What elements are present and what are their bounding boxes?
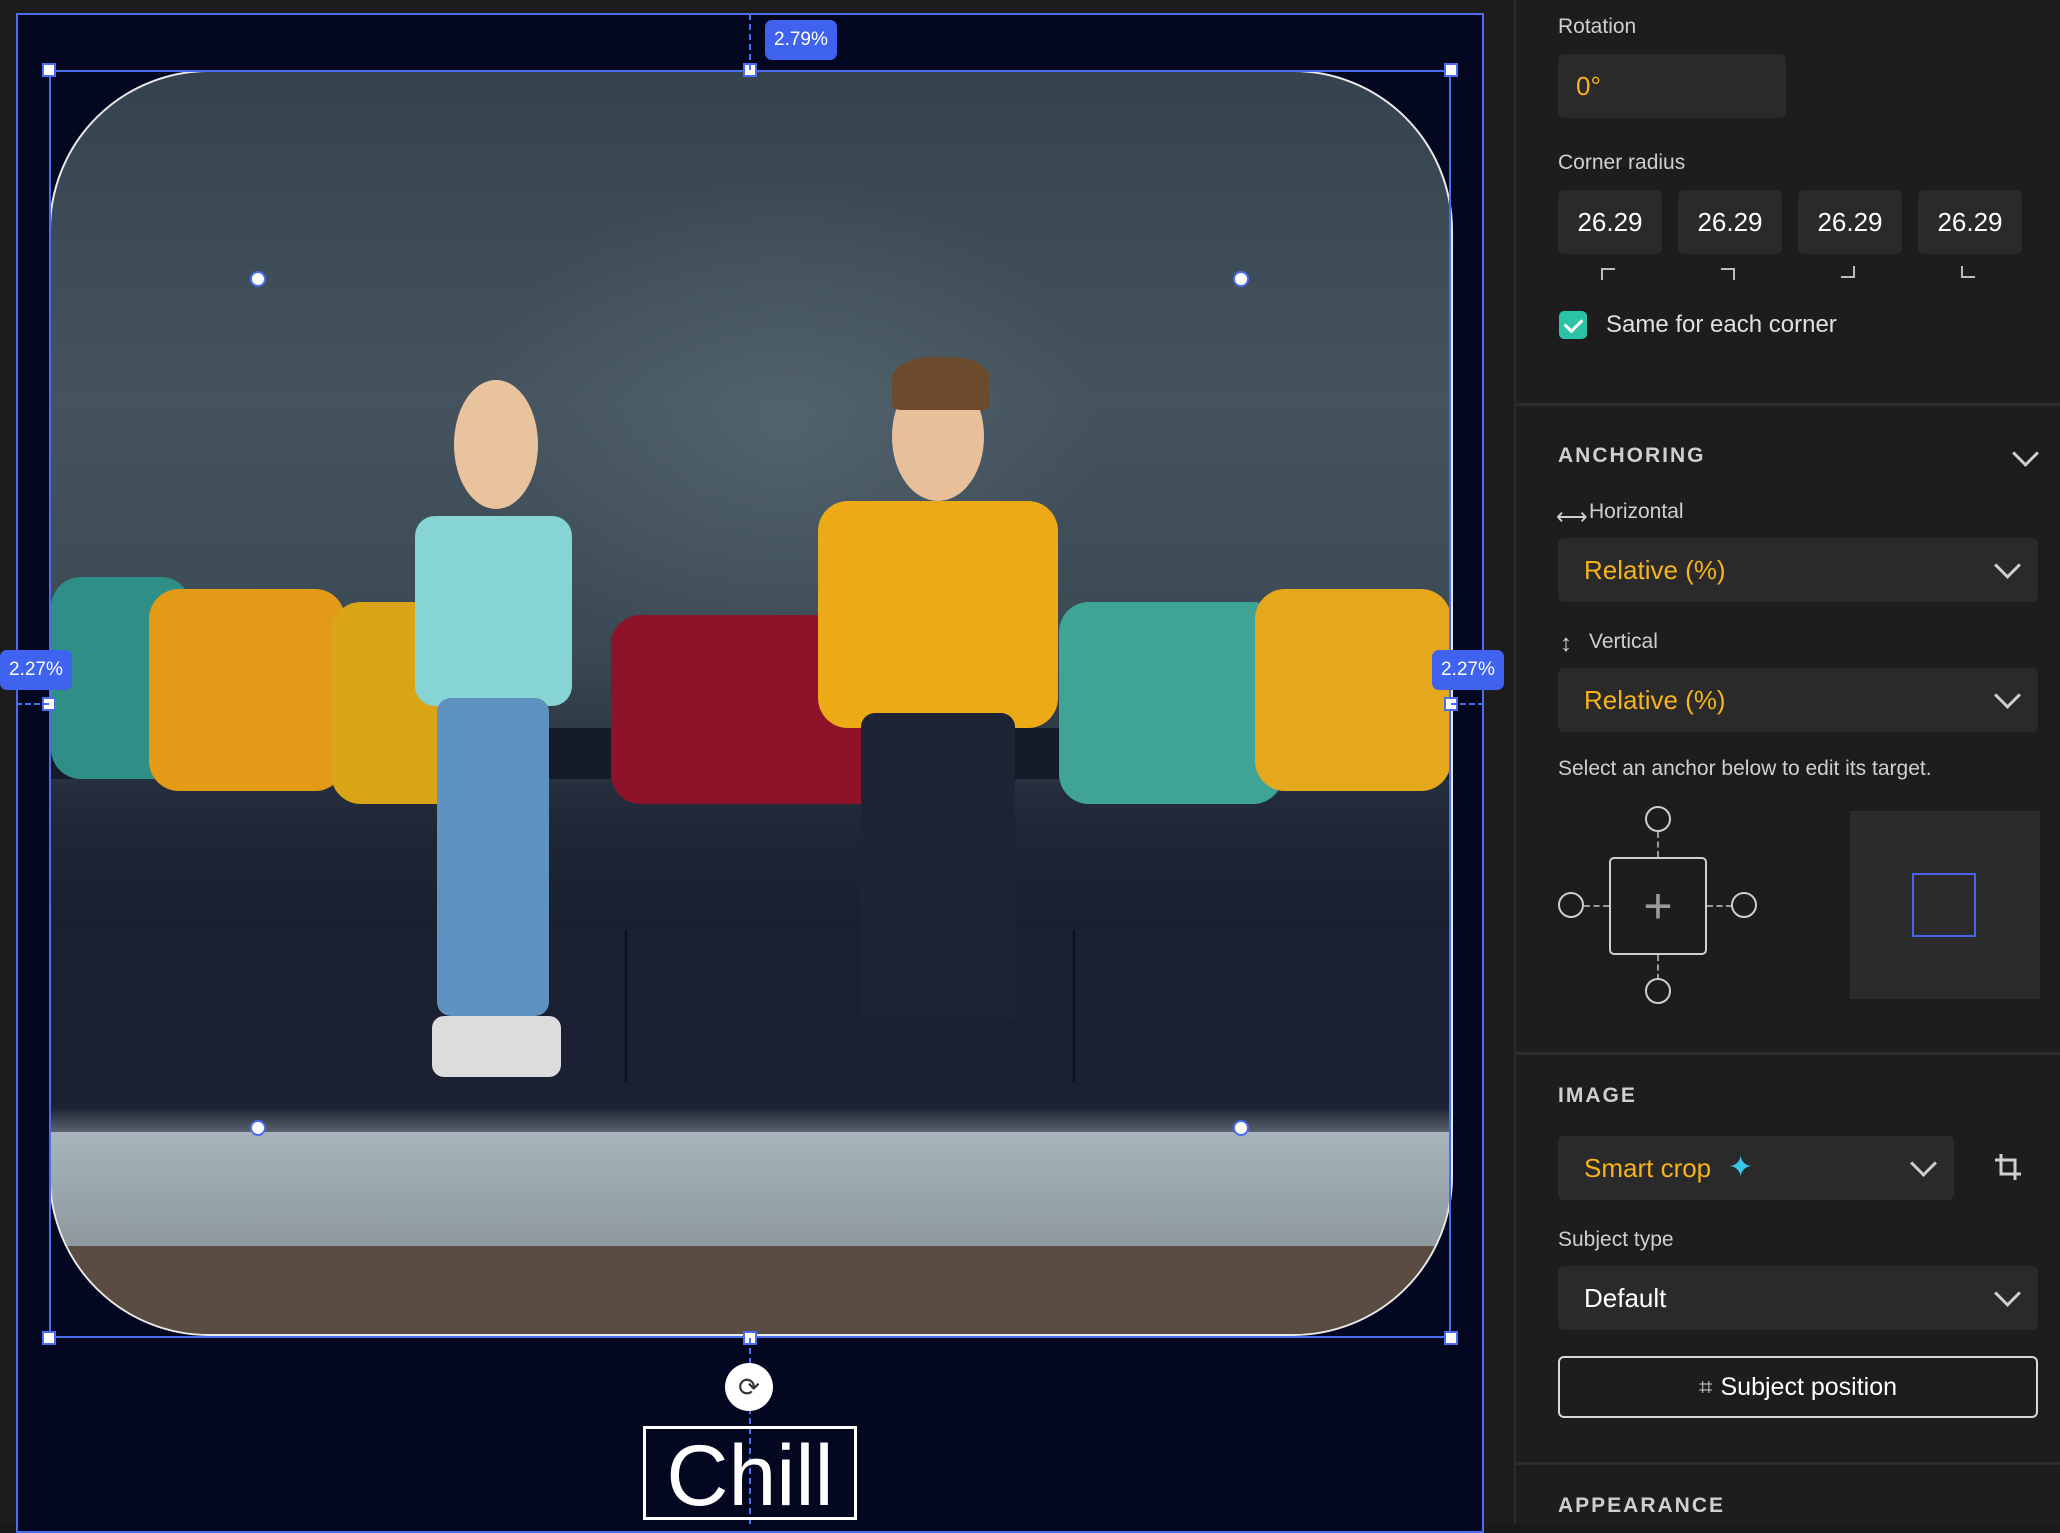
resize-handle-top-right[interactable] [1444, 63, 1458, 77]
same-corner-checkbox[interactable] [1559, 311, 1587, 339]
horizontal-anchor-value: Relative (%) [1584, 555, 1726, 585]
horizontal-anchor-select[interactable]: Relative (%) [1558, 538, 2038, 602]
image-section-title[interactable]: IMAGE [1558, 1084, 1637, 1108]
selection-frame[interactable] [49, 70, 1451, 1338]
divider-anchoring [1516, 1052, 2060, 1055]
anchor-line-top [1657, 832, 1659, 857]
guide-right [1451, 703, 1484, 705]
top-margin-badge: 2.79% [765, 20, 837, 60]
sparkle-icon: ✦ [1728, 1151, 1754, 1184]
vertical-arrows-icon: ↕ [1560, 630, 1572, 657]
radius-handle-top-left[interactable] [250, 271, 266, 287]
rotate-icon[interactable]: ⟳ [725, 1363, 773, 1411]
anchor-center-box[interactable]: + [1609, 857, 1707, 955]
corner-bottom-right-icon [1841, 266, 1855, 278]
right-margin-badge: 2.27% [1432, 650, 1504, 690]
anchor-left[interactable] [1558, 892, 1584, 918]
subject-type-label: Subject type [1558, 1228, 1674, 1251]
corner-radius-top-left-input[interactable]: 26.29 [1558, 190, 1662, 254]
subject-type-value: Default [1584, 1283, 1667, 1313]
vertical-anchor-value: Relative (%) [1584, 685, 1726, 715]
resize-handle-bottom-left[interactable] [42, 1331, 56, 1345]
chevron-down-icon [1910, 1150, 1937, 1177]
anchor-right[interactable] [1731, 892, 1757, 918]
chevron-down-icon [1994, 682, 2021, 709]
horizontal-label: Horizontal [1589, 500, 1684, 523]
face-scan-icon: ⌗ [1698, 1374, 1713, 1401]
plus-icon: + [1643, 878, 1673, 934]
subject-position-button[interactable]: ⌗ Subject position [1558, 1356, 2038, 1418]
radius-handle-bottom-right[interactable] [1233, 1120, 1249, 1136]
radius-handle-top-right[interactable] [1233, 271, 1249, 287]
corner-radius-bottom-right-input[interactable]: 26.29 [1798, 190, 1902, 254]
divider-transform [1516, 403, 2060, 406]
resize-handle-bottom-right[interactable] [1444, 1331, 1458, 1345]
corner-top-left-icon [1601, 268, 1615, 280]
rotation-input[interactable]: 0° [1558, 54, 1786, 118]
center-guide-top [749, 14, 751, 70]
horizontal-arrows-icon: ⟷ [1556, 504, 1588, 529]
corner-bottom-left-icon [1961, 266, 1975, 278]
anchor-top[interactable] [1645, 806, 1671, 832]
subject-position-label: Subject position [1720, 1373, 1898, 1401]
divider-image [1516, 1462, 2060, 1465]
vertical-anchor-select[interactable]: Relative (%) [1558, 668, 2038, 732]
text-layer-chill[interactable]: Chill [643, 1426, 857, 1523]
chevron-down-icon [1994, 1280, 2021, 1307]
anchoring-section-title[interactable]: ANCHORING [1558, 444, 1706, 468]
left-margin-badge: 2.27% [0, 650, 72, 690]
anchor-preview [1850, 811, 2040, 999]
rotation-label: Rotation [1558, 15, 1637, 38]
anchor-line-bottom [1657, 955, 1659, 980]
corner-radius-top-right-input[interactable]: 26.29 [1678, 190, 1782, 254]
corner-radius-label: Corner radius [1558, 151, 1686, 174]
radius-handle-bottom-left[interactable] [250, 1120, 266, 1136]
corner-radius-bottom-left-input[interactable]: 26.29 [1918, 190, 2022, 254]
crop-icon[interactable] [1993, 1152, 2023, 1182]
subject-type-select[interactable]: Default [1558, 1266, 2038, 1330]
chevron-down-icon [1994, 552, 2021, 579]
anchor-hint: Select an anchor below to edit its targe… [1558, 757, 1932, 780]
anchor-line-left [1584, 905, 1609, 907]
same-corner-label[interactable]: Same for each corner [1606, 311, 1837, 339]
canvas-area[interactable]: 2.79% 2.27% 2.27% ⟳ Chill [0, 0, 1514, 1533]
anchor-bottom[interactable] [1645, 978, 1671, 1004]
guide-left [16, 703, 49, 705]
crop-mode-select[interactable]: Smart crop ✦ [1558, 1136, 1954, 1200]
vertical-label: Vertical [1589, 630, 1658, 653]
appearance-section-title[interactable]: APPEARANCE [1558, 1494, 1725, 1518]
resize-handle-top-left[interactable] [42, 63, 56, 77]
anchor-line-right [1707, 905, 1732, 907]
crop-mode-value: Smart crop [1584, 1153, 1712, 1183]
anchor-preview-layer [1912, 873, 1976, 937]
corner-top-right-icon [1721, 268, 1735, 280]
